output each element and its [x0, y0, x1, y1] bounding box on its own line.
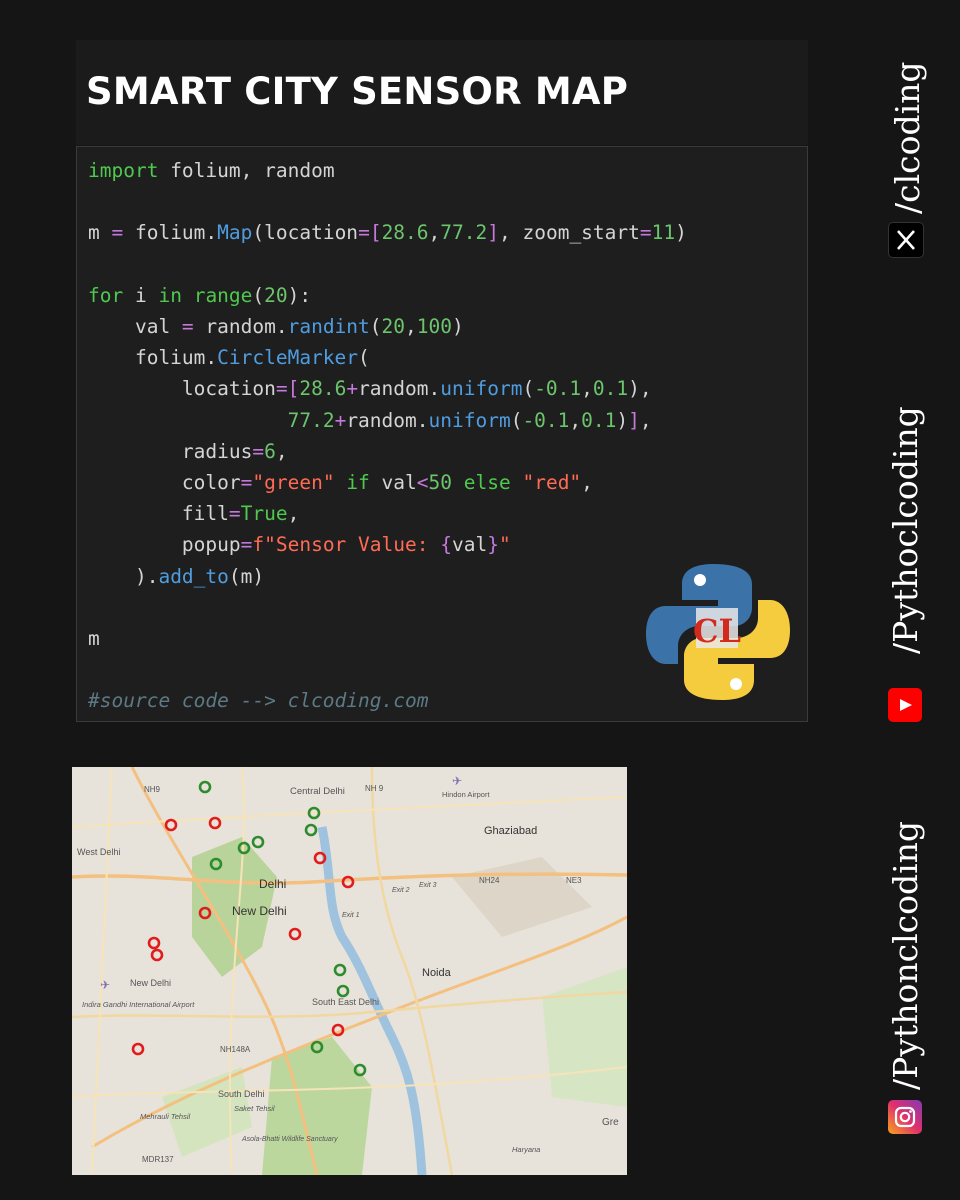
- map-label: Central Delhi: [290, 786, 345, 797]
- map-canvas[interactable]: NH9 Central Delhi NH 9 Hindon Airport Gh…: [72, 767, 627, 1175]
- airport-icon: ✈: [452, 774, 462, 788]
- code-line-13: popup=f"Sensor Value: {val}": [88, 533, 511, 557]
- map-label: NH 9: [365, 784, 384, 793]
- code-line-16: m: [88, 627, 100, 651]
- code-line-10: radius=6,: [88, 439, 288, 463]
- map-label: MDR137: [142, 1155, 174, 1164]
- page-title: SMART CITY SENSOR MAP: [86, 70, 629, 113]
- x-icon[interactable]: [888, 222, 924, 258]
- map-label: Indira Gandhi International Airport: [82, 1000, 195, 1009]
- map-label: Gre: [602, 1117, 619, 1128]
- map-label: Saket Tehsil: [234, 1104, 275, 1113]
- map-label: New Delhi: [232, 904, 287, 918]
- map-label: NH24: [479, 876, 500, 885]
- map-label: Mehrauli Tehsil: [140, 1112, 190, 1121]
- map-label: South Delhi: [218, 1089, 265, 1099]
- map-label: Delhi: [259, 877, 286, 891]
- map-label: West Delhi: [77, 847, 120, 857]
- python-logo: CL: [646, 564, 790, 700]
- code-line-1: import folium, random: [88, 159, 335, 182]
- code-text: import folium, random m = folium.Map(loc…: [88, 155, 687, 717]
- code-line-8: location=[28.6+random.uniform(-0.1,0.1),: [88, 377, 652, 401]
- map-label: NE3: [566, 876, 582, 885]
- logo-text: CL: [693, 612, 741, 650]
- airport-icon: ✈: [100, 978, 110, 992]
- code-line-3: m = folium.Map(location=[28.6,77.2], zoo…: [88, 221, 687, 245]
- code-line-6: val = random.randint(20,100): [88, 315, 464, 339]
- title-panel: SMART CITY SENSOR MAP: [76, 40, 808, 145]
- map-label: Ghaziabad: [484, 825, 537, 837]
- code-line-11: color="green" if val<50 else "red",: [88, 471, 593, 495]
- youtube-handle[interactable]: /Pythoclcoding: [886, 406, 925, 654]
- map-label: Asola-Bhatti Wildlife Sanctuary: [241, 1136, 338, 1143]
- map-label: NH9: [144, 785, 161, 794]
- code-line-5: for i in range(20):: [88, 283, 312, 307]
- map-label: Exit 1: [342, 912, 360, 919]
- map-label: New Delhi: [130, 978, 171, 988]
- map-label: Hindon Airport: [442, 790, 490, 799]
- sensor-map[interactable]: NH9 Central Delhi NH 9 Hindon Airport Gh…: [72, 767, 627, 1175]
- code-line-18: #source code --> clcoding.com: [88, 689, 429, 713]
- code-line-9: 77.2+random.uniform(-0.1,0.1)],: [287, 408, 652, 432]
- map-label: Exit 2: [392, 887, 410, 894]
- instagram-icon[interactable]: [888, 1100, 922, 1134]
- x-handle[interactable]: /clcoding: [888, 61, 927, 214]
- map-label: South East Delhi: [312, 997, 379, 1007]
- code-line-7: folium.CircleMarker(: [88, 346, 370, 370]
- map-label: Exit 3: [419, 882, 437, 889]
- instagram-handle[interactable]: /Pythonclcoding: [886, 821, 925, 1090]
- map-label: Noida: [422, 967, 452, 979]
- code-line-14: ).add_to(m): [88, 564, 265, 588]
- map-label: NH148A: [220, 1045, 251, 1054]
- code-line-12: fill=True,: [88, 502, 300, 526]
- youtube-icon[interactable]: [888, 688, 922, 722]
- map-label: Haryana: [512, 1145, 540, 1154]
